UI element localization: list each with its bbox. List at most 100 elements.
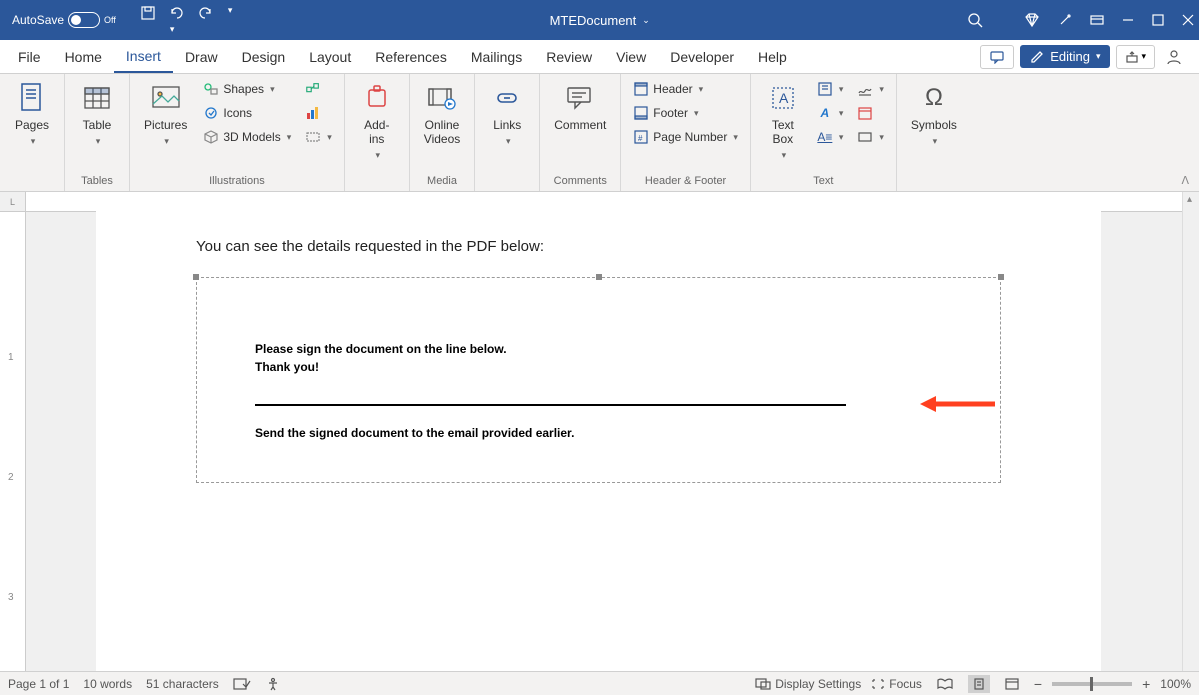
diamond-icon[interactable] xyxy=(1023,11,1041,29)
footer-button[interactable]: Footer▾ xyxy=(629,102,742,124)
comment-button[interactable]: Comment xyxy=(548,78,612,136)
online-videos-button[interactable]: Online Videos xyxy=(418,78,466,150)
document-title[interactable]: MTEDocument xyxy=(550,13,637,28)
signature-line xyxy=(255,404,846,406)
group-label-tables: Tables xyxy=(81,175,113,189)
chart-button[interactable] xyxy=(301,102,336,124)
focus-button[interactable]: Focus xyxy=(871,677,922,691)
page-number-button[interactable]: #Page Number▾ xyxy=(629,126,742,148)
tab-developer[interactable]: Developer xyxy=(658,40,746,73)
shapes-button[interactable]: Shapes▾ xyxy=(199,78,295,100)
web-layout-button[interactable] xyxy=(1000,675,1024,693)
links-button[interactable]: Links▾ xyxy=(483,78,531,151)
page-icon xyxy=(16,82,48,114)
icons-button[interactable]: Icons xyxy=(199,102,295,124)
redo-icon[interactable] xyxy=(198,5,214,35)
dropcap-button[interactable]: A≡▾ xyxy=(813,126,848,148)
tab-design[interactable]: Design xyxy=(230,40,298,73)
tab-mailings[interactable]: Mailings xyxy=(459,40,534,73)
pages-button[interactable]: Pages▾ xyxy=(8,78,56,151)
tab-insert[interactable]: Insert xyxy=(114,40,173,73)
wordart-button[interactable]: A▾ xyxy=(813,102,848,124)
cube-icon xyxy=(203,129,219,145)
spellcheck-icon[interactable] xyxy=(233,677,251,691)
maximize-icon[interactable] xyxy=(1151,13,1165,27)
editing-mode-button[interactable]: Editing ▾ xyxy=(1020,45,1110,68)
pictures-button[interactable]: Pictures▾ xyxy=(138,78,193,151)
embedded-pdf-object[interactable]: Please sign the document on the line bel… xyxy=(196,277,1001,483)
zoom-out-button[interactable]: − xyxy=(1034,676,1042,692)
title-bar: AutoSave Off ▾ ▾ MTEDocument ⌄ xyxy=(0,0,1199,40)
tab-help[interactable]: Help xyxy=(746,40,799,73)
wand-icon[interactable] xyxy=(1057,12,1073,28)
autosave-toggle[interactable]: AutoSave Off xyxy=(12,12,116,28)
group-label-illustrations: Illustrations xyxy=(209,175,265,189)
read-mode-button[interactable] xyxy=(932,675,958,693)
table-icon xyxy=(81,82,113,114)
smartart-button[interactable] xyxy=(301,78,336,100)
tab-draw[interactable]: Draw xyxy=(173,40,230,73)
status-bar: Page 1 of 1 10 words 51 characters Displ… xyxy=(0,671,1199,695)
zoom-level[interactable]: 100% xyxy=(1160,677,1191,691)
collapse-ribbon-icon[interactable]: ᐱ xyxy=(1171,170,1199,191)
pdf-line2: Thank you! xyxy=(255,358,942,376)
ruler-corner: L xyxy=(0,192,26,212)
status-page[interactable]: Page 1 of 1 xyxy=(8,677,69,691)
account-icon[interactable] xyxy=(1161,48,1187,66)
shapes-icon xyxy=(203,81,219,97)
object-icon xyxy=(857,129,873,145)
tab-references[interactable]: References xyxy=(363,40,459,73)
chart-icon xyxy=(305,105,321,121)
comments-pane-button[interactable] xyxy=(980,45,1014,69)
symbols-button[interactable]: Ω Symbols▾ xyxy=(905,78,963,151)
tab-file[interactable]: File xyxy=(6,40,53,73)
group-label-text: Text xyxy=(813,175,833,189)
omega-icon: Ω xyxy=(918,82,950,114)
tab-home[interactable]: Home xyxy=(53,40,114,73)
resize-handle[interactable] xyxy=(998,274,1004,280)
autosave-label: AutoSave xyxy=(12,13,64,27)
minimize-icon[interactable] xyxy=(1121,13,1135,27)
3d-models-button[interactable]: 3D Models▾ xyxy=(199,126,295,148)
tab-layout[interactable]: Layout xyxy=(297,40,363,73)
screenshot-button[interactable]: ▾ xyxy=(301,126,336,148)
title-dropdown-icon[interactable]: ⌄ xyxy=(642,15,650,26)
object-button[interactable]: ▾ xyxy=(853,126,888,148)
annotation-arrow-icon xyxy=(920,392,1000,416)
save-icon[interactable] xyxy=(140,5,156,35)
status-chars[interactable]: 51 characters xyxy=(146,677,219,691)
accessibility-icon[interactable] xyxy=(265,677,281,691)
header-button[interactable]: Header▾ xyxy=(629,78,742,100)
toggle-switch-icon xyxy=(68,12,100,28)
print-layout-button[interactable] xyxy=(968,675,990,693)
close-icon[interactable] xyxy=(1181,13,1195,27)
document-page[interactable]: You can see the details requested in the… xyxy=(96,192,1101,671)
status-words[interactable]: 10 words xyxy=(83,677,132,691)
tab-view[interactable]: View xyxy=(604,40,658,73)
pdf-line1: Please sign the document on the line bel… xyxy=(255,340,942,358)
svg-text:A: A xyxy=(779,90,789,106)
zoom-slider[interactable] xyxy=(1052,682,1132,686)
resize-handle[interactable] xyxy=(596,274,602,280)
autosave-state: Off xyxy=(104,15,116,25)
datetime-button[interactable] xyxy=(853,102,888,124)
intro-text[interactable]: You can see the details requested in the… xyxy=(196,236,1001,259)
ribbon-insert: Pages▾ Table▾ Tables Pictures▾ Shapes▾ I… xyxy=(0,74,1199,192)
ribbon-options-icon[interactable] xyxy=(1089,12,1105,28)
zoom-in-button[interactable]: + xyxy=(1142,676,1150,692)
undo-icon[interactable]: ▾ xyxy=(168,5,186,35)
table-button[interactable]: Table▾ xyxy=(73,78,121,151)
dropcap-icon: A≡ xyxy=(817,129,833,145)
tab-review[interactable]: Review xyxy=(534,40,604,73)
signature-button[interactable]: ▾ xyxy=(853,78,888,100)
addins-button[interactable]: Add- ins▾ xyxy=(353,78,401,165)
resize-handle[interactable] xyxy=(193,274,199,280)
addins-icon xyxy=(361,82,393,114)
vertical-ruler[interactable]: 1 2 3 xyxy=(0,212,26,671)
share-button[interactable]: ▾ xyxy=(1116,45,1155,69)
vertical-scrollbar[interactable]: ▴ xyxy=(1182,192,1199,671)
textbox-button[interactable]: A Text Box▾ xyxy=(759,78,807,165)
search-button[interactable] xyxy=(967,12,983,28)
quickparts-button[interactable]: ▾ xyxy=(813,78,848,100)
display-settings-button[interactable]: Display Settings xyxy=(755,677,861,691)
